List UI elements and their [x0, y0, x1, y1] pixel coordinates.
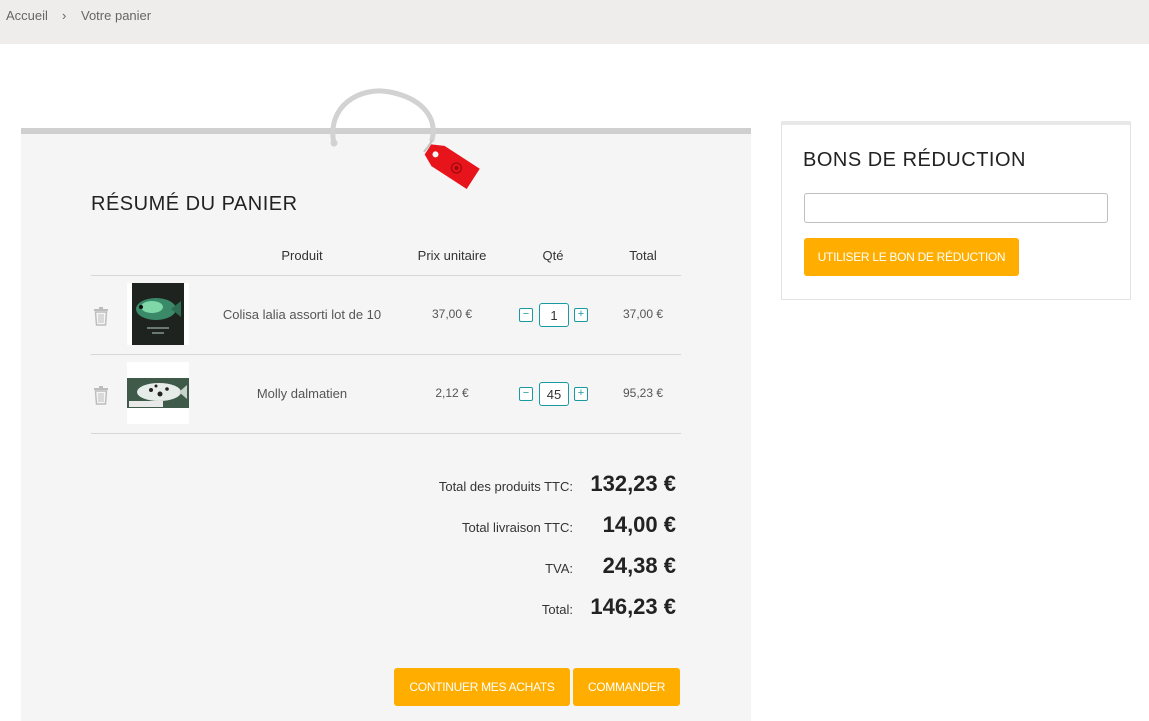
products-total-label: Total des produits TTC:: [438, 479, 573, 494]
apply-voucher-button[interactable]: UTILISER LE BON DE RÉDUCTION: [804, 238, 1019, 276]
tax-label: TVA:: [545, 561, 573, 576]
trash-icon[interactable]: [93, 385, 109, 405]
voucher-code-input[interactable]: [804, 193, 1108, 223]
column-header-total: Total: [629, 248, 657, 263]
qty-input[interactable]: [539, 303, 569, 327]
qty-input[interactable]: [539, 382, 569, 406]
column-header-unit-price: Prix unitaire: [417, 248, 487, 263]
shipping-total-value: 14,00 €: [602, 512, 676, 537]
unit-price: 37,00 €: [431, 307, 473, 321]
line-total: 37,00 €: [622, 307, 664, 321]
products-total-value: 132,23 €: [590, 471, 676, 496]
column-header-product: Produit: [281, 248, 323, 263]
grand-total-value: 146,23 €: [590, 594, 676, 619]
voucher-title: BONS DE RÉDUCTION: [803, 149, 1026, 171]
breadcrumb-home-link[interactable]: Accueil: [6, 8, 48, 23]
product-name-link[interactable]: Colisa lalia assorti lot de 10: [209, 307, 395, 322]
qty-decrement-button[interactable]: −: [519, 308, 533, 322]
table-divider: [91, 433, 681, 434]
trash-icon[interactable]: [93, 306, 109, 326]
grand-total-label: Total:: [541, 602, 573, 617]
table-row: Molly dalmatien 2,12 € − + 95,23 €: [91, 355, 681, 434]
product-image[interactable]: [127, 283, 189, 345]
qty-decrement-button[interactable]: −: [519, 387, 533, 401]
breadcrumb-separator: ›: [62, 8, 67, 23]
tax-value: 24,38 €: [602, 553, 676, 578]
table-row: Colisa lalia assorti lot de 10 37,00 € −…: [91, 276, 681, 355]
unit-price: 2,12 €: [435, 386, 469, 400]
line-total: 95,23 €: [622, 386, 664, 400]
qty-increment-button[interactable]: +: [574, 387, 588, 401]
breadcrumb-current: Votre panier: [81, 8, 152, 23]
product-image[interactable]: [127, 362, 189, 424]
shipping-total-label: Total livraison TTC:: [461, 520, 573, 535]
breadcrumb: Accueil › Votre panier: [0, 0, 1149, 44]
order-button[interactable]: COMMANDER: [573, 668, 680, 706]
product-name-link[interactable]: Molly dalmatien: [209, 386, 395, 401]
column-header-qty: Qté: [542, 248, 564, 263]
continue-shopping-button[interactable]: CONTINUER MES ACHATS: [394, 668, 570, 706]
qty-increment-button[interactable]: +: [574, 308, 588, 322]
cart-title: RÉSUMÉ DU PANIER: [91, 193, 298, 215]
price-tag-hanger-icon: [330, 88, 480, 189]
